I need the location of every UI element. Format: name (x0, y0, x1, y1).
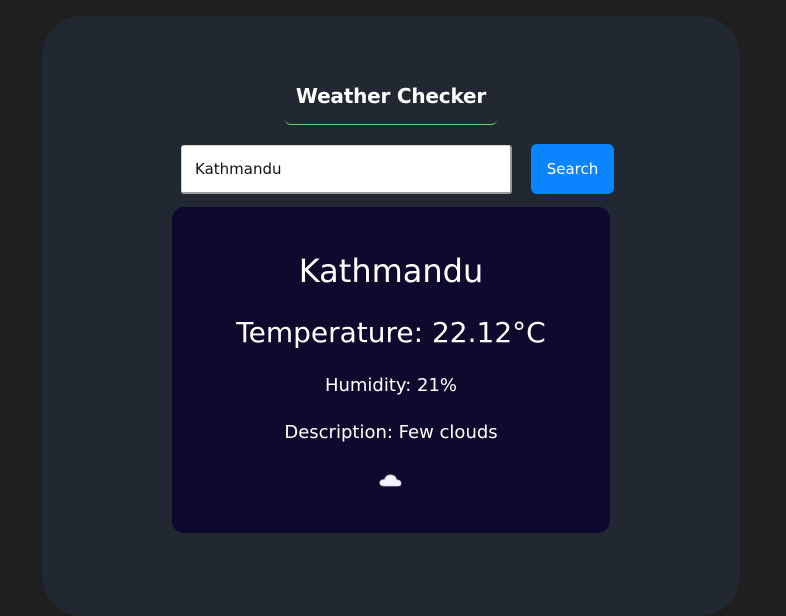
city-search-input[interactable] (181, 145, 512, 194)
title-container: Weather Checker (285, 82, 497, 125)
search-button[interactable]: Search (531, 144, 614, 194)
description-text: Description: Few clouds (284, 422, 498, 443)
temperature-text: Temperature: 22.12°C (236, 316, 546, 349)
app-title: Weather Checker (295, 84, 487, 108)
weather-result-panel: Kathmandu Temperature: 22.12°C Humidity:… (172, 207, 610, 533)
cloud-icon (379, 474, 402, 487)
humidity-text: Humidity: 21% (324, 375, 458, 396)
city-name: Kathmandu (298, 252, 484, 290)
